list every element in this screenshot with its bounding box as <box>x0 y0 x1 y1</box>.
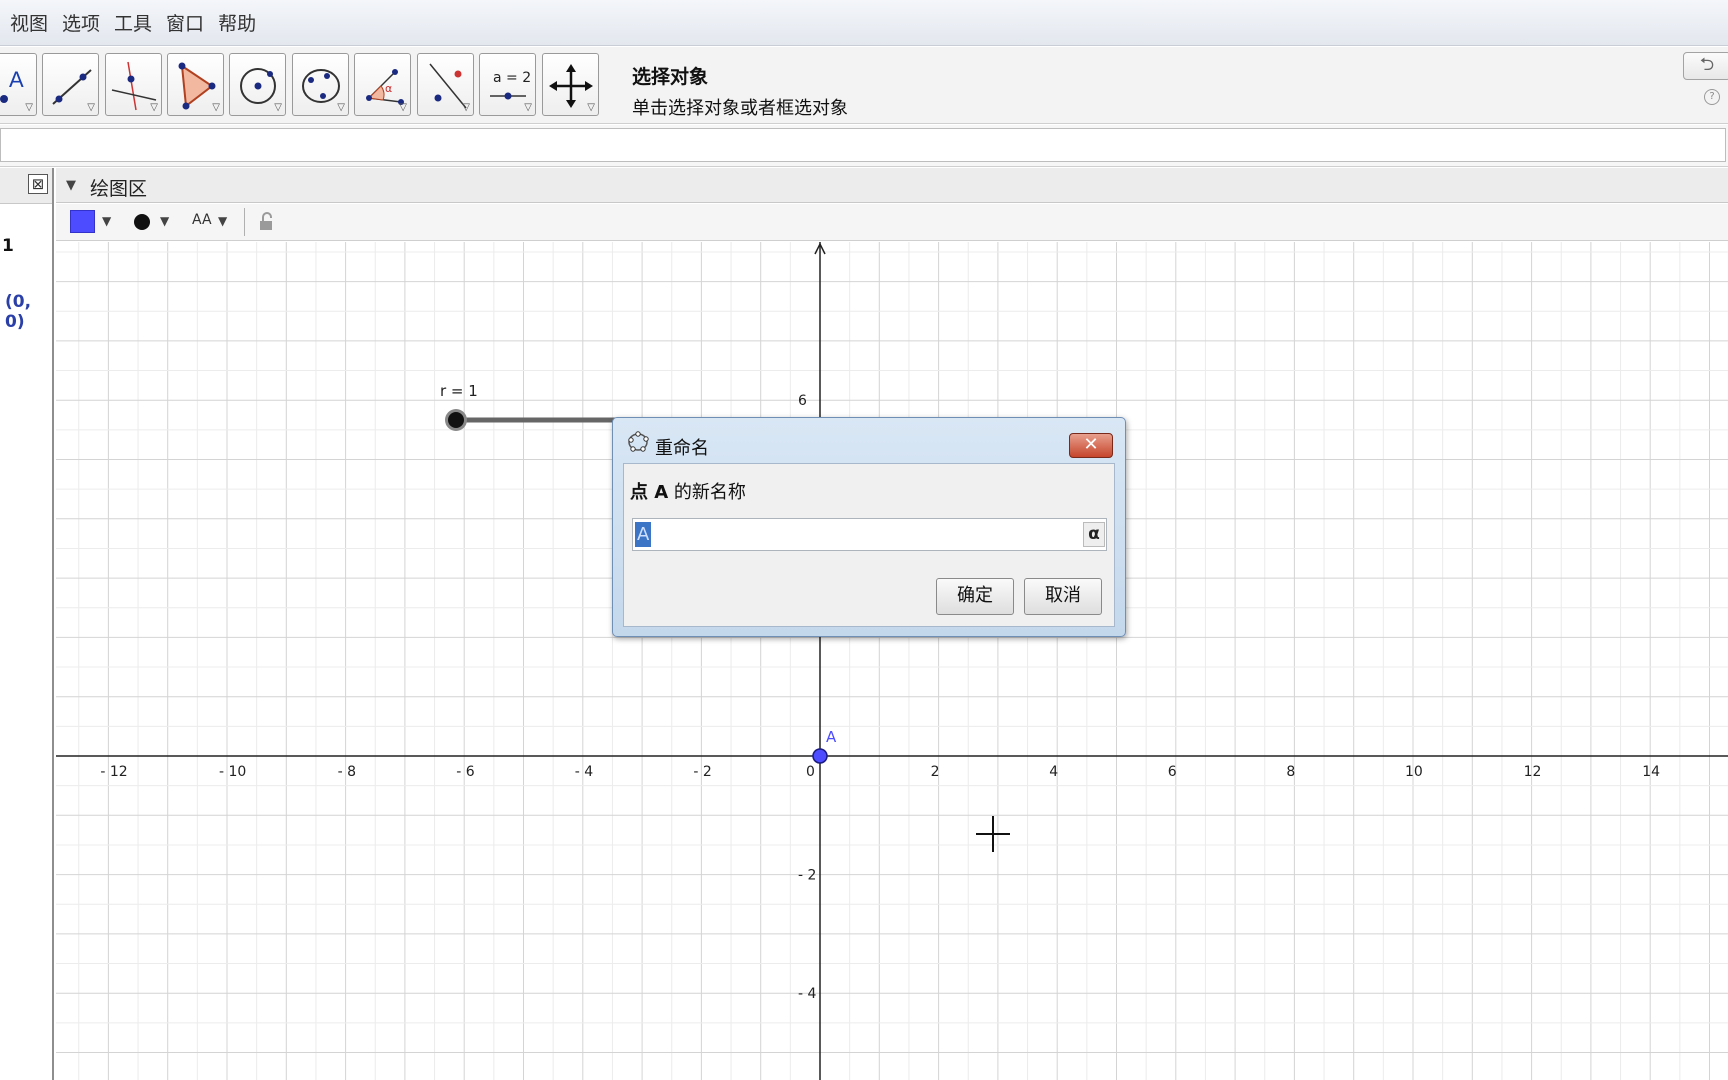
x-tick-label: 14 <box>1642 764 1660 780</box>
help-icon[interactable]: ? <box>1704 89 1720 105</box>
move-view-tool[interactable]: ▽ <box>542 53 599 116</box>
x-tick-label: 6 <box>1168 764 1177 780</box>
circle-tool[interactable]: ▽ <box>229 53 286 116</box>
cancel-button[interactable]: 取消 <box>1024 578 1102 615</box>
tool-help-text: 单击选择对象或者框选对象 <box>632 98 848 119</box>
slider-label: r = 1 <box>440 382 478 400</box>
angle-tool[interactable]: α ▽ <box>354 53 411 116</box>
style-bar: ▼ ▼ AA ▼ <box>56 204 1728 241</box>
y-tick-label: - 4 <box>798 986 817 1002</box>
menu-view[interactable]: 视图 <box>10 9 48 36</box>
point-a-label: A <box>826 728 837 746</box>
dropdown-triangle-icon: ▽ <box>87 102 95 113</box>
x-tick-label: 0 <box>806 764 815 780</box>
input-bar <box>0 125 1728 167</box>
geogebra-logo-icon <box>628 431 649 452</box>
menu-options[interactable]: 选项 <box>62 9 100 36</box>
close-icon[interactable]: ⊠ <box>28 174 48 194</box>
rename-input[interactable]: A α <box>632 518 1107 551</box>
prompt-object: 点 A <box>630 482 669 503</box>
prompt-text: 的新名称 <box>668 482 746 503</box>
menu-bar: 视图 选项 工具 窗口 帮助 <box>0 0 1728 46</box>
x-tick-label: - 4 <box>575 764 594 780</box>
x-tick-label: 2 <box>931 764 940 780</box>
menu-tools[interactable]: 工具 <box>114 9 152 36</box>
coordinate-plane[interactable]: - 12 - 10 - 8 - 6 - 4 - 2 0 2 4 6 8 10 12 14 6 - 2 - 4 r … <box>56 242 1728 1080</box>
collapse-triangle-icon[interactable]: ▼ <box>66 178 76 193</box>
slider-handle[interactable] <box>448 412 464 428</box>
conic-tool[interactable]: ▽ <box>292 53 349 116</box>
y-tick-label: 6 <box>798 393 807 409</box>
rename-prompt: 点 A 的新名称 <box>630 478 746 504</box>
x-tick-label: - 8 <box>338 764 356 780</box>
algebra-header: ⊠ <box>0 168 52 204</box>
graphics-view-header: ▼ 绘图区 <box>56 168 1728 203</box>
polygon-tool[interactable]: ▽ <box>167 53 224 116</box>
rename-input-value: A <box>635 522 652 547</box>
undo-icon: ⮌ <box>1699 54 1715 75</box>
reflect-tool[interactable]: ▽ <box>417 53 474 116</box>
ok-button[interactable]: 确定 <box>936 578 1014 615</box>
dropdown-triangle-icon: ▽ <box>587 102 595 113</box>
chevron-down-icon[interactable]: ▼ <box>218 214 227 228</box>
dropdown-triangle-icon: ▽ <box>274 102 282 113</box>
dropdown-triangle-icon: ▽ <box>212 102 220 113</box>
x-tick-label: - 6 <box>456 764 475 780</box>
dropdown-triangle-icon: ▽ <box>337 102 345 113</box>
slider-tool[interactable]: a = 2 ▽ <box>479 53 536 116</box>
svg-text:α: α <box>385 82 392 95</box>
dropdown-triangle-icon: ▽ <box>399 102 407 113</box>
symbol-button[interactable]: α <box>1083 522 1105 547</box>
dialog-title: 重命名 <box>655 438 709 459</box>
dropdown-triangle-icon: ▽ <box>524 102 532 113</box>
graphics-canvas[interactable]: - 12 - 10 - 8 - 6 - 4 - 2 0 2 4 6 8 10 12 14 6 - 2 - 4 r … <box>56 242 1728 1080</box>
tool-help: 选择对象 单击选择对象或者框选对象 <box>632 62 848 120</box>
algebra-item[interactable]: (0, 0) <box>5 292 52 332</box>
toolbar: A ▽ ▽ ▽ ▽ ▽ ▽ α ▽ ▽ a = 2 ▽ ▽ <box>0 47 1728 124</box>
dialog-body: 点 A 的新名称 A α 确定 取消 <box>623 463 1115 627</box>
x-tick-label: - 12 <box>100 764 127 780</box>
menu-window[interactable]: 窗口 <box>166 9 204 36</box>
dropdown-triangle-icon: ▽ <box>25 102 33 113</box>
x-tick-label: - 10 <box>219 764 246 780</box>
x-tick-label: 8 <box>1286 764 1295 780</box>
dropdown-triangle-icon: ▽ <box>462 102 470 113</box>
x-tick-label: 4 <box>1049 764 1058 780</box>
chevron-down-icon[interactable]: ▼ <box>102 214 111 228</box>
color-button[interactable] <box>70 210 95 233</box>
perpendicular-tool[interactable]: ▽ <box>105 53 162 116</box>
text-size-button[interactable]: AA <box>192 212 212 228</box>
point-style-button[interactable] <box>134 214 150 230</box>
divider <box>244 208 245 236</box>
algebra-view: ⊠ 1 (0, 0) <box>0 168 54 1080</box>
graphics-view-title: 绘图区 <box>90 178 148 200</box>
point-a[interactable] <box>812 748 828 764</box>
undo-button[interactable]: ⮌ <box>1683 52 1728 80</box>
x-tick-label: 10 <box>1405 764 1423 780</box>
move-tool[interactable]: A ▽ <box>0 53 37 116</box>
y-tick-label: - 2 <box>798 868 816 884</box>
x-tick-label: 12 <box>1524 764 1542 780</box>
dialog-close-button[interactable]: ✕ <box>1069 433 1113 458</box>
dropdown-triangle-icon: ▽ <box>150 102 158 113</box>
slider-tool-label: a = 2 <box>493 70 531 86</box>
svg-text:A: A <box>9 67 24 92</box>
line-tool[interactable]: ▽ <box>42 53 99 116</box>
algebra-item[interactable]: 1 <box>2 236 14 256</box>
lock-icon[interactable] <box>258 212 276 232</box>
rename-dialog: 重命名 ✕ 点 A 的新名称 A α 确定 取消 <box>612 417 1126 637</box>
command-input[interactable] <box>0 128 1726 162</box>
dialog-titlebar[interactable]: 重命名 ✕ <box>613 418 1125 462</box>
menu-help[interactable]: 帮助 <box>218 9 256 36</box>
x-tick-label: - 2 <box>693 764 711 780</box>
chevron-down-icon[interactable]: ▼ <box>160 214 169 228</box>
tool-help-title: 选择对象 <box>632 66 709 88</box>
